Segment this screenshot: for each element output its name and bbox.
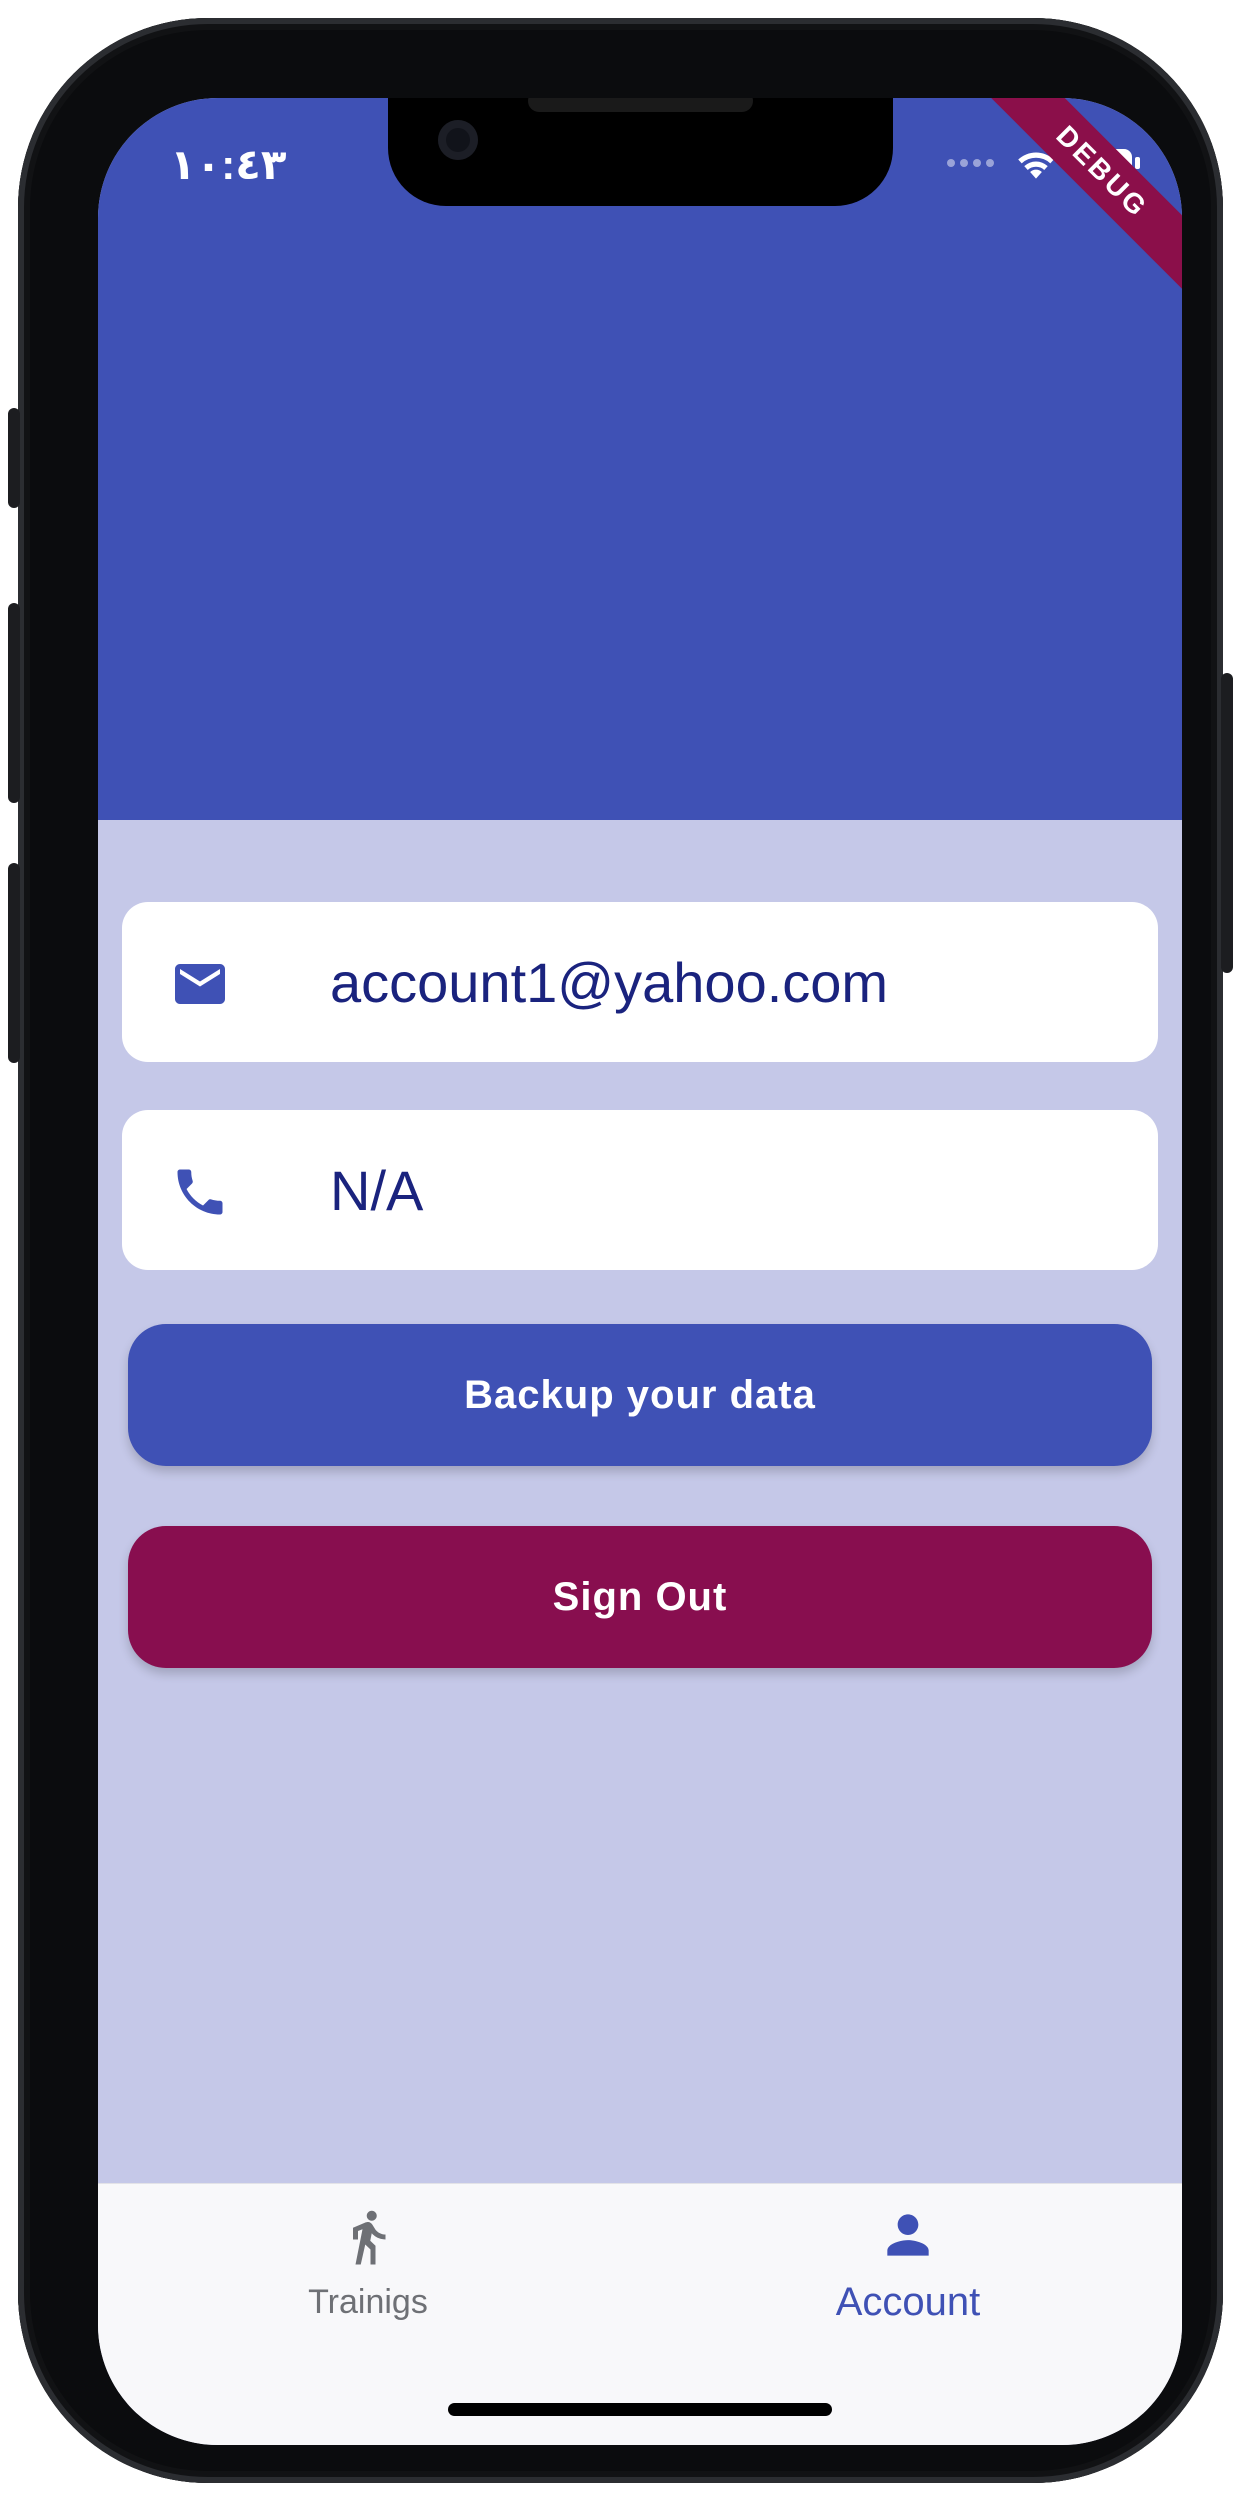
status-time: ١٠:٤٣ [170,141,287,188]
volume-up-button [8,603,20,803]
email-card[interactable]: account1@yahoo.com [122,902,1158,1062]
backup-data-button[interactable]: Backup your data [128,1324,1152,1466]
phone-value: N/A [330,1158,424,1222]
mute-switch [8,408,20,508]
profile-header [98,98,1182,820]
nav-account-label: Account [835,2280,981,2324]
email-value: account1@yahoo.com [330,950,889,1014]
nav-item-trainings[interactable]: Trainigs [248,2204,488,2322]
nav-trainings-label: Trainigs [308,2283,428,2321]
cellular-signal-icon [947,159,994,167]
phone-frame: ١٠:٤٣ DEBUG account1@yahoo.com N/A Backu… [8,18,1233,2483]
speaker [528,98,753,112]
volume-down-button [8,863,20,1063]
phone-icon [177,1169,223,1215]
app-screen: ١٠:٤٣ DEBUG account1@yahoo.com N/A Backu… [98,98,1182,2445]
email-icon [175,964,225,1004]
walking-person-icon [353,2210,386,2265]
sign-out-button[interactable]: Sign Out [128,1526,1152,1668]
person-icon [887,2214,929,2256]
nav-item-account[interactable]: Account [788,2204,1028,2325]
power-button [1221,673,1233,973]
front-camera [438,120,478,160]
notch [388,98,893,206]
home-indicator[interactable] [448,2403,832,2416]
phone-card[interactable]: N/A [122,1110,1158,1270]
